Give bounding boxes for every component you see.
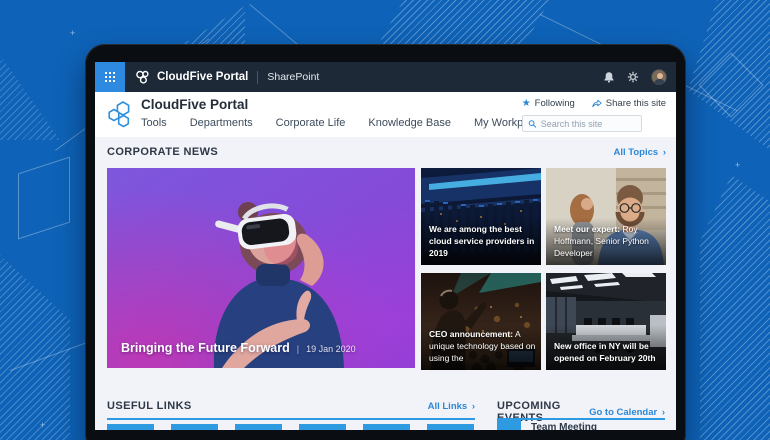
nav-item-knowledge-base[interactable]: Knowledge Base (368, 117, 451, 129)
site-search (522, 115, 642, 132)
news-tile-ceo-announcement[interactable]: CEO announcement: A unique technology ba… (421, 273, 541, 370)
avatar-figure (654, 79, 665, 85)
event-title: Team Meeting (531, 420, 597, 430)
suite-actions (603, 69, 676, 85)
nav-item-departments[interactable]: Departments (190, 117, 253, 129)
all-topics-label: All Topics (613, 147, 658, 158)
link-tile[interactable] (299, 424, 346, 430)
hexagon-logo-icon (104, 99, 134, 129)
blueprint-pattern-shape (0, 255, 70, 440)
link-tile[interactable] (171, 424, 218, 430)
all-links-link[interactable]: All Links › (428, 401, 475, 412)
suite-platform-name: SharePoint (267, 71, 319, 83)
app-launcher-button[interactable] (95, 62, 125, 92)
blueprint-pattern-shape (698, 52, 763, 117)
suite-app-name: CloudFive Portal (157, 71, 248, 83)
all-topics-link[interactable]: All Topics › (613, 147, 666, 158)
waffle-icon (105, 72, 115, 82)
share-site-button[interactable]: Share this site (591, 98, 666, 109)
search-input[interactable] (541, 119, 641, 129)
blueprint-pattern-shape (18, 157, 70, 240)
corporate-news-heading: CORPORATE NEWS (107, 146, 218, 158)
corporate-news-header: CORPORATE NEWS All Topics › (107, 146, 666, 158)
hero-news-card[interactable]: Bringing the Future Forward | 19 Jan 202… (107, 168, 415, 368)
share-site-label: Share this site (606, 98, 666, 109)
following-label: Following (535, 98, 575, 109)
useful-links-header: USEFUL LINKS All Links › (107, 400, 475, 412)
hero-separator: | (297, 344, 299, 354)
go-to-calendar-link[interactable]: Go to Calendar › (589, 407, 665, 418)
tile-caption: We are among the best cloud service prov… (429, 224, 536, 260)
news-tile-expert[interactable]: Meet our expert: Roy Hoffmann, Senior Py… (546, 168, 666, 265)
link-tile[interactable] (235, 424, 282, 430)
cloudfive-logo-icon (134, 69, 150, 85)
hero-caption: Bringing the Future Forward | 19 Jan 202… (121, 341, 356, 355)
hero-date: 19 Jan 2020 (306, 344, 356, 354)
portal-screen: CloudFive Portal SharePoint (95, 62, 676, 430)
link-tile[interactable] (363, 424, 410, 430)
suite-bar: CloudFive Portal SharePoint (95, 62, 676, 92)
nav-item-tools[interactable]: Tools (141, 117, 167, 129)
news-tile-new-office[interactable]: New office in NY will be opened on Febru… (546, 273, 666, 370)
user-avatar[interactable] (651, 69, 667, 85)
star-icon: ★ (522, 99, 531, 109)
blueprint-pattern-shape (0, 55, 60, 140)
blueprint-pattern-shape: + (70, 28, 75, 38)
tile-caption: Meet our expert: Roy Hoffmann, Senior Py… (554, 224, 661, 260)
bell-icon[interactable] (603, 71, 615, 83)
site-navigation: Tools Departments Corporate Life Knowled… (141, 117, 543, 129)
useful-links-heading: USEFUL LINKS (107, 400, 192, 412)
desktop-background: + + + CloudFive Portal SharePoint (0, 0, 770, 440)
useful-links-underline (107, 418, 475, 420)
follow-share-row: ★ Following Share this site (522, 98, 666, 109)
hero-title: Bringing the Future Forward (121, 341, 290, 355)
news-tile-cloud-providers[interactable]: We are among the best cloud service prov… (421, 168, 541, 265)
chevron-right-icon: › (662, 407, 665, 418)
gear-icon[interactable] (627, 71, 639, 83)
blueprint-pattern-shape: + (40, 420, 45, 430)
event-date-badge (497, 420, 521, 430)
chevron-right-icon: › (472, 401, 475, 412)
link-tile[interactable] (107, 424, 154, 430)
blueprint-pattern-shape (700, 175, 770, 440)
suite-divider (257, 71, 258, 84)
blueprint-pattern-shape: + (735, 160, 740, 170)
share-arrow-icon (591, 98, 602, 109)
tile-caption-bold: New office in NY will be opened on Febru… (554, 341, 656, 363)
event-list-item[interactable]: Team Meeting (497, 420, 597, 430)
go-to-calendar-label: Go to Calendar (589, 407, 657, 418)
tile-caption-bold: Meet our expert: (554, 224, 620, 234)
site-title: CloudFive Portal (141, 97, 248, 112)
all-links-label: All Links (428, 401, 468, 412)
blueprint-pattern-shape (688, 0, 770, 150)
tile-caption: CEO announcement: A unique technology ba… (429, 329, 536, 365)
tile-caption-bold: We are among the best cloud service prov… (429, 224, 534, 258)
search-icon (528, 119, 537, 129)
link-tile[interactable] (427, 424, 474, 430)
chevron-right-icon: › (663, 147, 666, 158)
tablet-device-frame: CloudFive Portal SharePoint (85, 44, 686, 440)
hero-vr-woman-illustration (107, 168, 415, 368)
site-header-actions: ★ Following Share this site (522, 98, 666, 132)
tile-caption: New office in NY will be opened on Febru… (554, 341, 661, 365)
following-button[interactable]: ★ Following (522, 98, 575, 109)
nav-item-corporate-life[interactable]: Corporate Life (276, 117, 346, 129)
tile-caption-bold: CEO announcement: (429, 329, 513, 339)
site-header: CloudFive Portal Tools Departments Corpo… (95, 92, 676, 137)
